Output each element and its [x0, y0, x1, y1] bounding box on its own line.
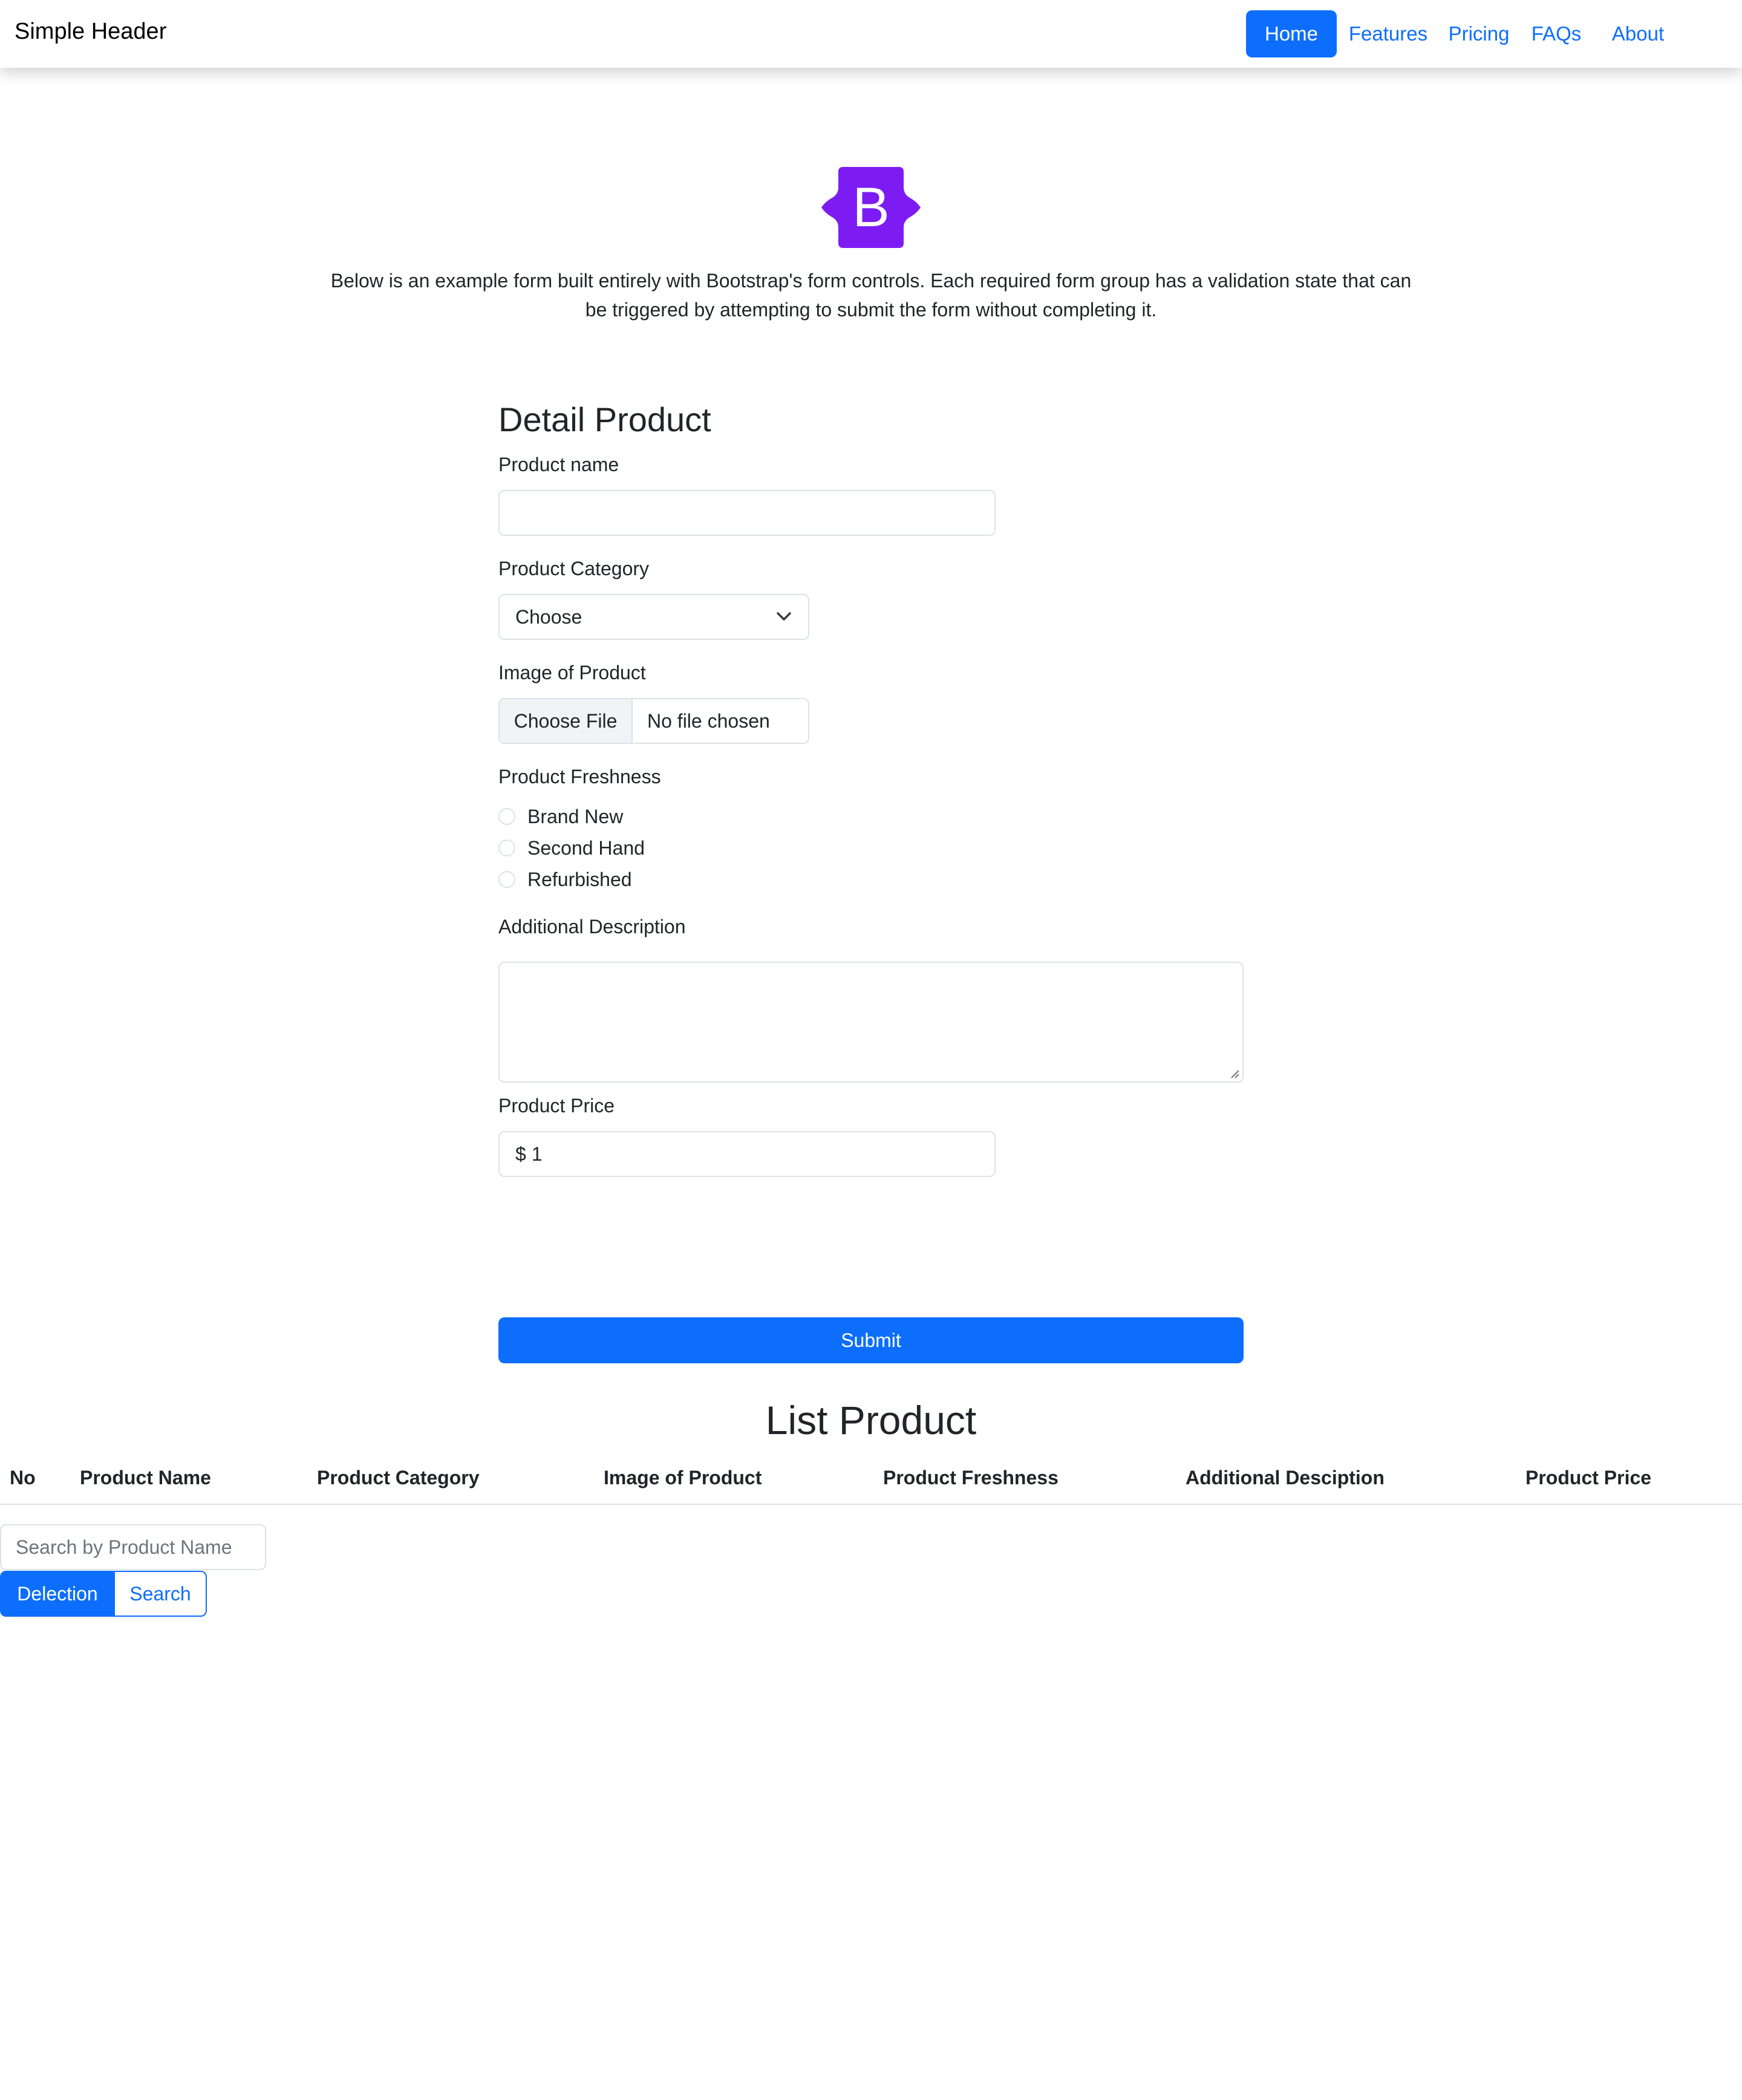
submit-button[interactable]: Submit	[498, 1317, 1244, 1363]
freshness-label: Product Freshness	[498, 766, 661, 788]
nav-home[interactable]: Home	[1246, 10, 1337, 57]
image-label: Image of Product	[498, 662, 646, 683]
radio-label-brand-new: Brand New	[527, 806, 624, 827]
column-header-no: No	[10, 1467, 36, 1489]
column-header-product-name: Product Name	[80, 1467, 211, 1489]
category-selected-value: Choose	[515, 606, 582, 628]
radio-label-refurbished: Refurbished	[527, 869, 632, 890]
description-label: Additional Description	[498, 916, 686, 938]
nav-pricing[interactable]: Pricing	[1440, 10, 1518, 57]
intro-line-2: be triggered by attempting to submit the…	[585, 299, 1157, 321]
price-input[interactable]: $ 1	[498, 1131, 996, 1177]
svg-text:B: B	[852, 177, 889, 238]
form-title: Detail Product	[498, 400, 711, 439]
column-header-description: Additional Desciption	[1186, 1467, 1385, 1489]
radio-circle[interactable]	[498, 871, 515, 888]
resize-handle-icon[interactable]	[1229, 1068, 1240, 1079]
column-header-product-category: Product Category	[317, 1467, 480, 1489]
column-header-freshness: Product Freshness	[883, 1467, 1059, 1489]
intro-text: Below is an example form built entirely …	[290, 266, 1452, 324]
search-button[interactable]: Search	[114, 1571, 207, 1617]
product-name-input[interactable]	[498, 490, 996, 536]
chevron-down-icon	[777, 612, 791, 621]
product-category-select[interactable]: Choose	[498, 594, 809, 640]
table-divider	[0, 1504, 1742, 1505]
delection-button[interactable]: Delection	[0, 1571, 115, 1617]
product-name-label: Product name	[498, 454, 619, 475]
price-label: Product Price	[498, 1095, 615, 1117]
price-value: $ 1	[515, 1143, 543, 1165]
nav-about[interactable]: About	[1602, 10, 1674, 57]
choose-file-button[interactable]: Choose File	[500, 699, 633, 743]
navbar: Simple Header Home Features Pricing FAQs…	[0, 0, 1742, 68]
column-header-price: Product Price	[1525, 1467, 1652, 1489]
image-file-input[interactable]: Choose File No file chosen	[498, 698, 809, 744]
description-textarea[interactable]	[498, 962, 1244, 1083]
bootstrap-logo-icon: B	[821, 167, 921, 248]
radio-circle[interactable]	[498, 808, 515, 825]
product-category-label: Product Category	[498, 558, 650, 579]
nav-faqs[interactable]: FAQs	[1523, 10, 1590, 57]
intro-line-1: Below is an example form built entirely …	[330, 270, 1412, 292]
radio-label-second-hand: Second Hand	[527, 837, 645, 859]
search-placeholder: Search by Product Name	[16, 1536, 232, 1558]
nav-features[interactable]: Features	[1343, 10, 1434, 57]
column-header-image: Image of Product	[604, 1467, 762, 1489]
list-title: List Product	[765, 1398, 977, 1443]
search-input[interactable]: Search by Product Name	[0, 1524, 266, 1570]
radio-circle[interactable]	[498, 840, 515, 856]
file-status: No file chosen	[647, 710, 770, 732]
brand-title[interactable]: Simple Header	[15, 19, 166, 45]
